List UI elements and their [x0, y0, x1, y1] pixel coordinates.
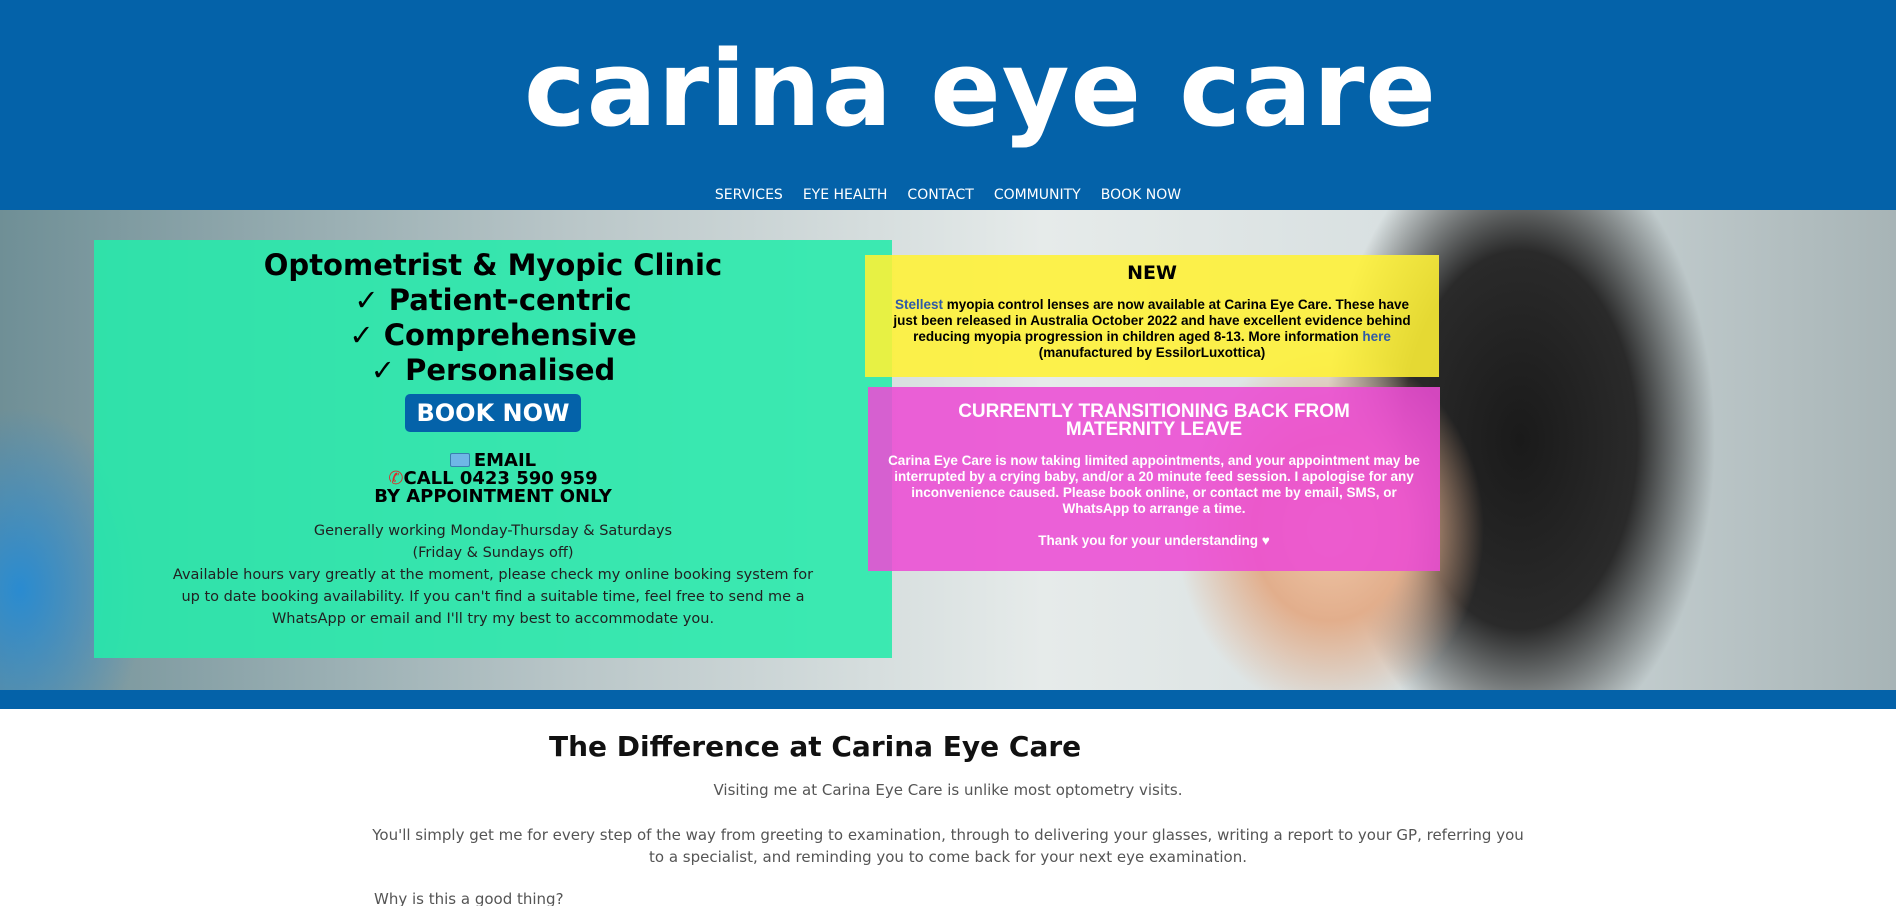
brand-name: carina eye care [524, 28, 1437, 150]
clinic-title: Optometrist & Myopic Clinic [263, 248, 723, 282]
news-text-part-1: myopia control lenses are now available … [893, 297, 1411, 344]
hours-paragraph: Available hours vary greatly at the mome… [172, 567, 814, 627]
news-title: NEW [1127, 262, 1177, 284]
nav-contact[interactable]: CONTACT [897, 184, 983, 206]
hours-line-1: Generally working Monday-Thursday & Satu… [313, 523, 673, 539]
stellest-link[interactable]: Stellest [895, 297, 943, 312]
book-now-button[interactable]: BOOK NOW [405, 394, 581, 432]
maternity-thanks: Thank you for your understanding ♥ [1038, 533, 1270, 548]
maternity-notice-panel: CURRENTLY TRANSITIONING BACK FROM MATERN… [868, 387, 1440, 571]
main-nav: SERVICES EYE HEALTH CONTACT COMMUNITY BO… [0, 184, 1896, 206]
news-panel: NEW Stellest myopia control lenses are n… [865, 255, 1439, 377]
clinic-info-panel: Optometrist & Myopic Clinic ✓ Patient-ce… [94, 240, 892, 658]
hero-divider [0, 690, 1896, 709]
intro-text: Visiting me at Carina Eye Care is unlike… [713, 781, 1183, 799]
point-personalised: ✓ Personalised [370, 353, 616, 387]
site-header: ct carina eye care SERVICES EYE HEALTH C… [0, 0, 1896, 210]
site-logo[interactable]: ct carina eye care [494, 30, 1436, 148]
why-question: Why is this a good thing? [374, 890, 564, 906]
nav-services[interactable]: SERVICES [705, 184, 793, 206]
appointment-only: BY APPOINTMENT ONLY [374, 486, 612, 507]
news-text-part-2: (manufactured by EssilorLuxottica) [1038, 345, 1266, 360]
nav-eye-health[interactable]: EYE HEALTH [793, 184, 898, 206]
point-comprehensive: ✓ Comprehensive [349, 318, 637, 352]
nav-community[interactable]: COMMUNITY [984, 184, 1091, 206]
section-title: The Difference at Carina Eye Care [549, 730, 1082, 763]
maternity-title: CURRENTLY TRANSITIONING BACK FROM MATERN… [958, 401, 1350, 440]
maternity-text: Carina Eye Care is now taking limited ap… [888, 453, 1420, 516]
hours-line-2: (Friday & Sundays off) [412, 545, 574, 561]
nav-book-now[interactable]: BOOK NOW [1091, 184, 1191, 206]
email-icon [449, 453, 470, 467]
more-info-link[interactable]: here [1362, 329, 1391, 344]
news-text: Stellest myopia control lenses are now a… [887, 297, 1417, 361]
point-patient-centric: ✓ Patient-centric [354, 283, 632, 317]
service-paragraph: You'll simply get me for every step of t… [372, 826, 1524, 866]
working-hours: Generally working Monday-Thursday & Satu… [94, 520, 892, 630]
